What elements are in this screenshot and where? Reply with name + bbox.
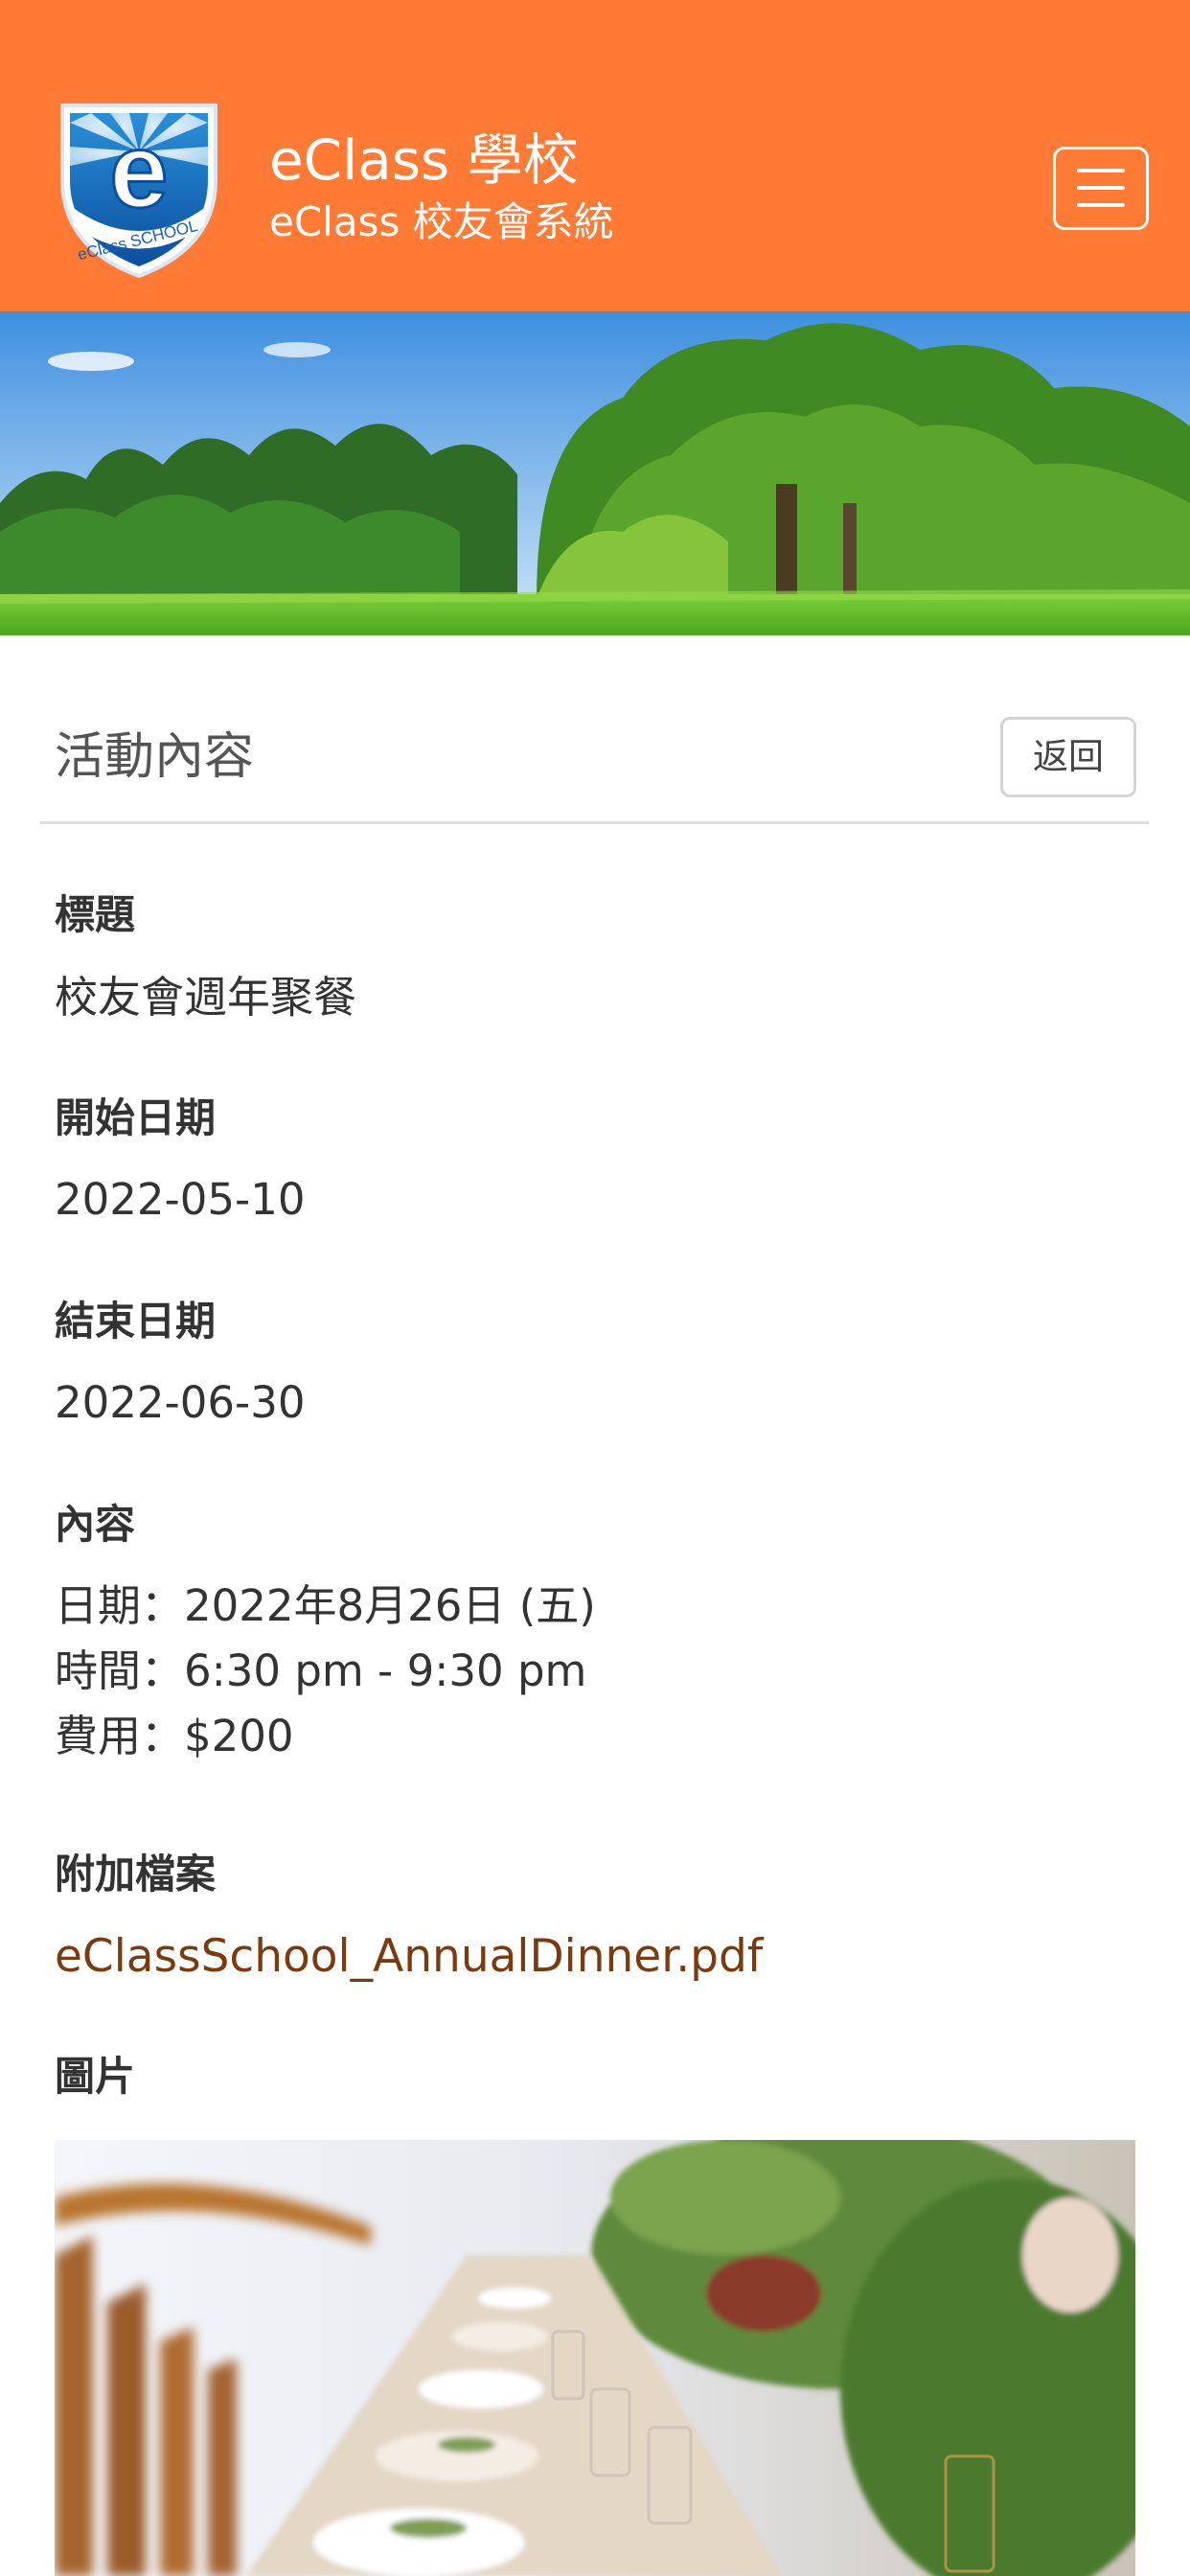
attachment-file-link[interactable]: eClassSchool_AnnualDinner.pdf [55, 1929, 763, 1985]
start-date-value: 2022-05-10 [55, 1174, 306, 1225]
eclass-school-logo: e eClass SCHOOL [53, 94, 225, 281]
content-line-date: 日期：2022年8月26日 (五) [55, 1580, 596, 1631]
start-date-label: 開始日期 [55, 1094, 217, 1141]
end-date-value: 2022-06-30 [55, 1377, 306, 1428]
back-button[interactable]: 返回 [1000, 717, 1136, 797]
menu-button[interactable] [1053, 147, 1149, 230]
title-value: 校友會週年聚餐 [55, 972, 357, 1023]
photo-label: 圖片 [55, 2053, 136, 2100]
content-line-fee: 費用：$200 [55, 1711, 294, 1761]
banner-image [0, 311, 1190, 635]
school-name: eClass 學校 [269, 127, 579, 193]
content-label: 內容 [55, 1501, 136, 1548]
event-photo[interactable] [55, 2140, 1135, 2576]
svg-text:e: e [109, 112, 168, 230]
end-date-label: 結束日期 [55, 1298, 217, 1345]
app-header: e eClass SCHOOL eClass 學校 eClass 校友會系統 [0, 0, 1190, 311]
attachment-label: 附加檔案 [55, 1851, 217, 1898]
event-detail-card: 活動內容 返回 標題 校友會週年聚餐 開始日期 2022-05-10 結束日期 … [0, 635, 1190, 2576]
title-label: 標題 [55, 891, 136, 938]
shield-logo-icon: e eClass SCHOOL [60, 104, 217, 279]
page-title: 活動內容 [55, 728, 255, 786]
system-name: eClass 校友會系統 [269, 198, 614, 245]
title-divider [40, 821, 1149, 824]
content-line-time: 時間：6:30 pm - 9:30 pm [55, 1645, 587, 1696]
